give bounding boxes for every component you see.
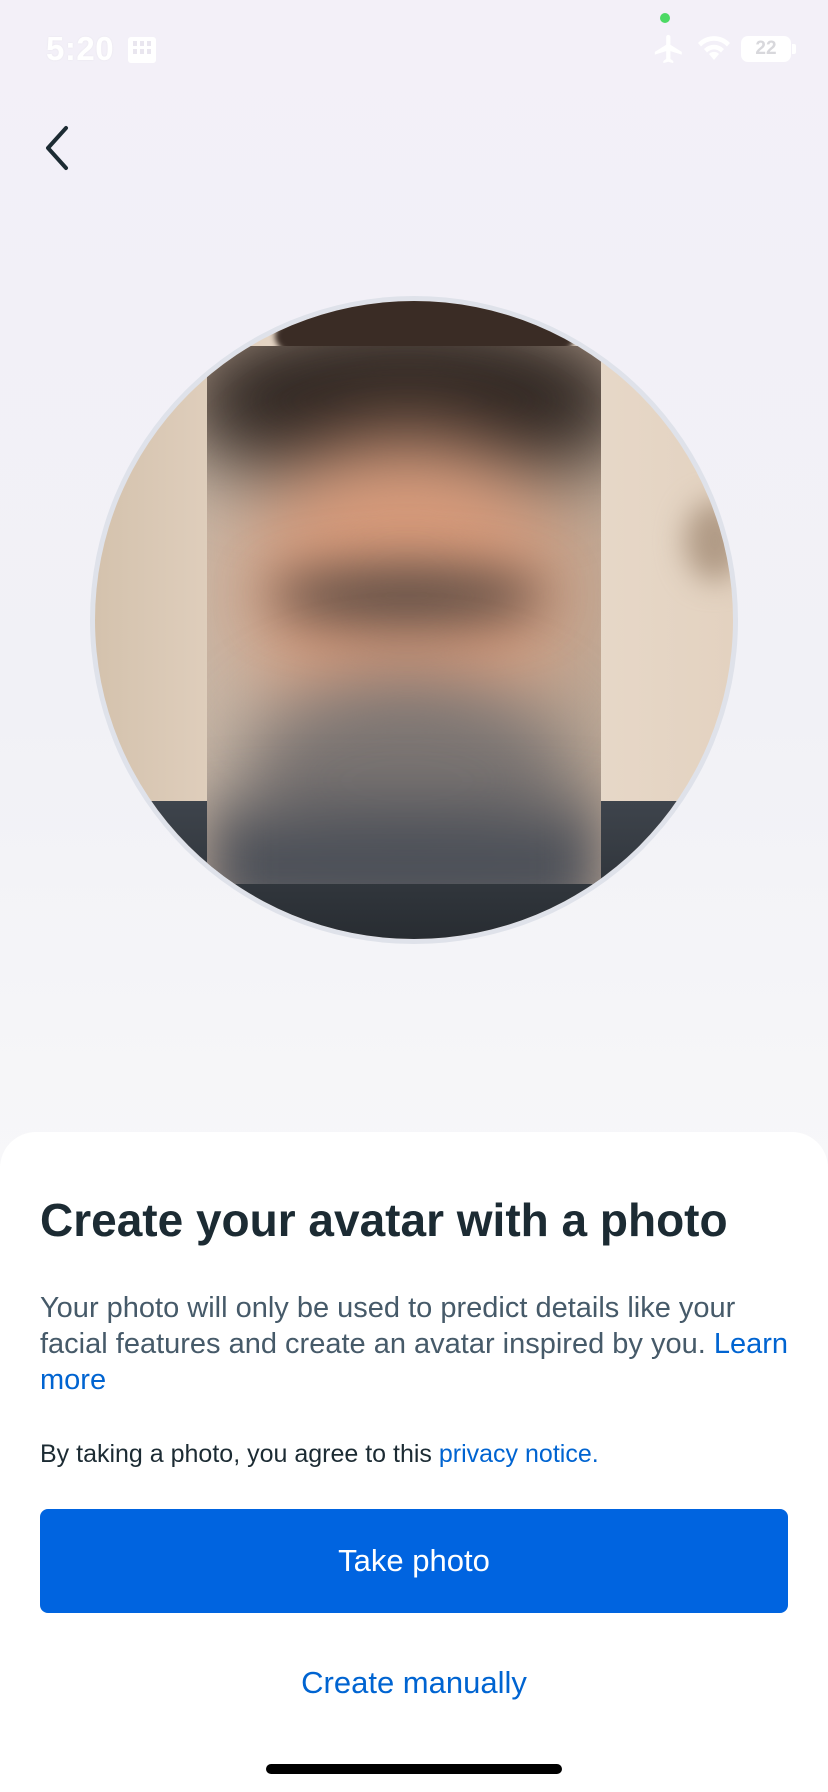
wifi-icon: [697, 34, 731, 62]
photo-usage-description: Your photo will only be used to predict …: [40, 1290, 800, 1398]
take-photo-button[interactable]: Take photo: [40, 1509, 788, 1613]
chevron-left-icon: [36, 126, 80, 180]
sheet-title: Create your avatar with a photo: [40, 1194, 728, 1246]
battery-icon: 22: [741, 36, 791, 62]
privacy-agreement: By taking a photo, you agree to this pri…: [40, 1438, 800, 1470]
agreement-text: By taking a photo, you agree to this: [40, 1440, 432, 1468]
privacy-notice-link[interactable]: privacy notice.: [439, 1440, 599, 1468]
status-bar: 5:20 22: [0, 0, 828, 100]
home-indicator[interactable]: [266, 1764, 562, 1774]
photo-background-shade: [685, 501, 733, 581]
back-button[interactable]: [36, 120, 80, 176]
description-text: Your photo will only be used to predict …: [40, 1292, 736, 1360]
user-photo: [95, 301, 733, 939]
battery-cap: [792, 44, 796, 54]
status-time: 5:20: [46, 30, 115, 67]
sim-card-icon: [127, 36, 157, 64]
avatar-photo-preview: [90, 296, 738, 944]
create-manually-button[interactable]: Create manually: [40, 1648, 788, 1718]
airplane-icon: [652, 32, 686, 66]
privacy-indicator-dot: [660, 13, 670, 23]
blurred-face-region: [207, 346, 601, 884]
